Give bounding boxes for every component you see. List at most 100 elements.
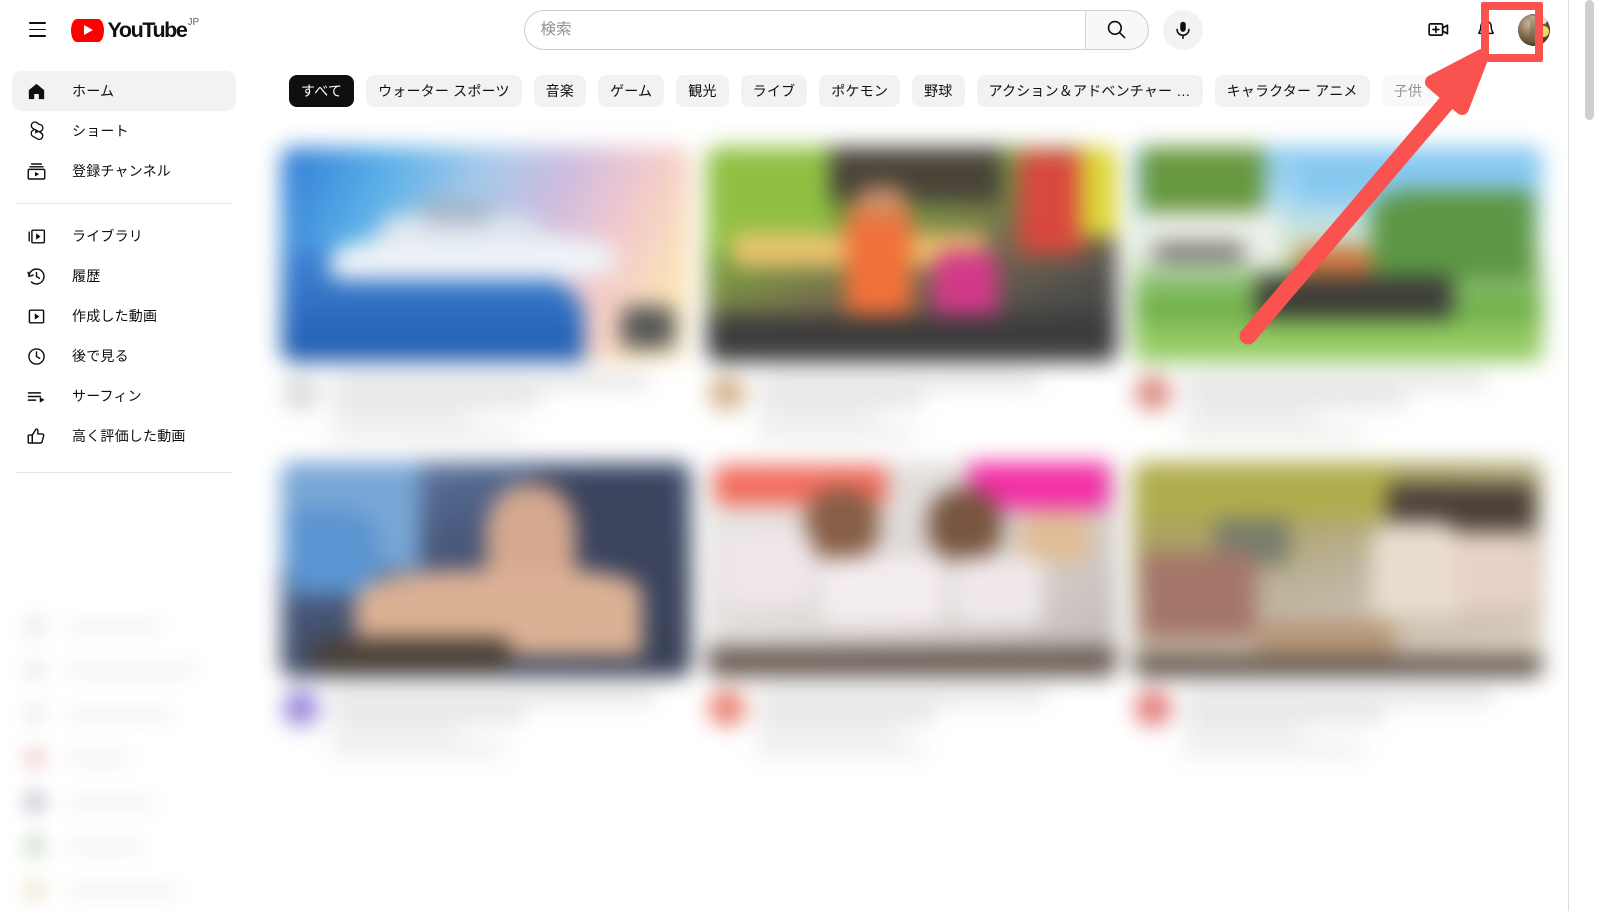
sidebar-label-playlist: サーフィン: [72, 388, 142, 404]
video-channel: [331, 414, 475, 423]
video-title: [1183, 376, 1486, 387]
page-scrollbar-thumb[interactable]: [1585, 0, 1594, 120]
video-text: [1183, 690, 1543, 761]
list-item: [0, 824, 248, 868]
youtube-logo[interactable]: YouTube JP: [71, 17, 199, 43]
video-title: [331, 376, 648, 387]
search-box[interactable]: [523, 9, 1085, 50]
video-stats: [1183, 430, 1363, 439]
home-icon: [24, 79, 48, 103]
chip-action-adventure[interactable]: アクション＆アドベンチャー …: [976, 75, 1203, 107]
sidebar-item-your-videos[interactable]: 作成した動画: [12, 296, 236, 336]
chip-kids[interactable]: 子供: [1381, 75, 1435, 107]
sidebar-item-watch-later[interactable]: 後で見る: [12, 336, 236, 376]
list-item: [0, 736, 248, 780]
sidebar-item-liked-videos[interactable]: 高く評価した動画: [12, 416, 236, 456]
video-grid-container: [248, 123, 1568, 911]
chip-live[interactable]: ライブ: [740, 75, 808, 107]
sidebar-label-your-videos: 作成した動画: [72, 308, 158, 324]
video-title-line2: [1183, 395, 1407, 406]
search-icon[interactable]: [1084, 9, 1149, 50]
video-stats: [757, 430, 916, 439]
list-item: [0, 868, 248, 911]
library-icon: [24, 224, 48, 248]
video-text: [757, 375, 1117, 446]
channel-avatar: [283, 690, 319, 726]
video-card[interactable]: [1133, 147, 1543, 446]
list-item: [0, 692, 248, 736]
video-meta: [707, 677, 1117, 761]
masthead-center: [308, 9, 1418, 50]
video-channel: [757, 729, 901, 738]
video-meta: [1133, 362, 1543, 446]
youtube-play-icon: [71, 18, 104, 42]
video-thumbnail[interactable]: [707, 462, 1117, 677]
video-card[interactable]: [281, 462, 691, 761]
video-text: [1183, 375, 1543, 446]
search-input[interactable]: [540, 20, 1085, 39]
video-thumbnail[interactable]: [281, 147, 691, 362]
list-item: [0, 780, 248, 824]
create-video-icon[interactable]: [1418, 10, 1458, 50]
chip-music[interactable]: 音楽: [533, 75, 587, 107]
chip-baseball[interactable]: 野球: [912, 75, 965, 107]
video-thumbnail[interactable]: [707, 147, 1117, 362]
sidebar-subscriptions-blurred: [0, 575, 248, 911]
page-scrollbar-track[interactable]: [1568, 0, 1600, 911]
video-title-line2: [1183, 710, 1385, 721]
video-card[interactable]: [1133, 462, 1543, 761]
notifications-bell-icon[interactable]: [1466, 10, 1506, 50]
history-icon: [24, 264, 48, 288]
playlist-icon: [24, 384, 48, 408]
sidebar-item-library[interactable]: ライブラリ: [12, 216, 236, 256]
list-item: [0, 648, 248, 692]
sidebar-item-shorts[interactable]: ショート: [12, 111, 236, 151]
channel-avatar: [1135, 690, 1171, 726]
microphone-icon[interactable]: [1162, 9, 1203, 50]
chip-sightseeing[interactable]: 観光: [676, 75, 729, 107]
chip-all[interactable]: すべて: [289, 75, 355, 107]
video-stats: [1183, 745, 1363, 754]
chip-gaming[interactable]: ゲーム: [598, 75, 665, 107]
video-title: [757, 376, 1038, 387]
video-channel: [1183, 414, 1320, 423]
video-title-line2: [331, 710, 526, 721]
filter-chips-scroll[interactable]: すべて ウォーター スポーツ 音楽 ゲーム 観光 ライブ ポケモン 野球 アクシ…: [248, 75, 1435, 107]
sidebar-label-watch-later: 後で見る: [72, 348, 129, 364]
video-text: [331, 690, 691, 761]
video-thumbnail[interactable]: [1133, 462, 1543, 677]
video-channel: [757, 414, 880, 423]
video-text: [757, 690, 1117, 761]
video-channel: [331, 729, 461, 738]
video-thumbnail[interactable]: [281, 462, 691, 677]
shorts-icon: [24, 119, 48, 143]
video-meta: [707, 362, 1117, 446]
chip-pokemon[interactable]: ポケモン: [819, 75, 901, 107]
video-title-line2: [757, 395, 923, 406]
video-grid: [248, 123, 1568, 761]
sidebar-divider-2: [16, 472, 232, 473]
video-title: [1183, 691, 1493, 702]
masthead-left: YouTube JP: [0, 10, 330, 50]
sidebar-section-heading-blurred: [0, 575, 248, 604]
hamburger-menu-icon[interactable]: [17, 10, 57, 50]
video-title: [331, 691, 655, 702]
chip-water-sports[interactable]: ウォーター スポーツ: [366, 75, 522, 107]
thumbs-up-icon: [24, 424, 48, 448]
channel-avatar: [709, 690, 745, 726]
video-thumbnail[interactable]: [1133, 147, 1543, 362]
video-card[interactable]: [707, 462, 1117, 761]
video-card[interactable]: [707, 147, 1117, 446]
sidebar: ホーム ショート 登録チャンネル ライブラリ 履歴 作成した動画 後で見る サー…: [0, 59, 248, 911]
video-title: [757, 691, 1045, 702]
youtube-logo-text: YouTube: [107, 17, 188, 42]
sidebar-item-playlist[interactable]: サーフィン: [12, 376, 236, 416]
sidebar-item-home[interactable]: ホーム: [12, 71, 236, 111]
sidebar-item-subscriptions[interactable]: 登録チャンネル: [12, 151, 236, 191]
video-card[interactable]: [281, 147, 691, 446]
hamburger-bars: [28, 22, 46, 37]
chip-character-anime[interactable]: キャラクター アニメ: [1214, 75, 1370, 107]
sidebar-item-history[interactable]: 履歴: [12, 256, 236, 296]
avatar-slot: [1514, 10, 1554, 50]
avatar[interactable]: [1518, 13, 1550, 46]
